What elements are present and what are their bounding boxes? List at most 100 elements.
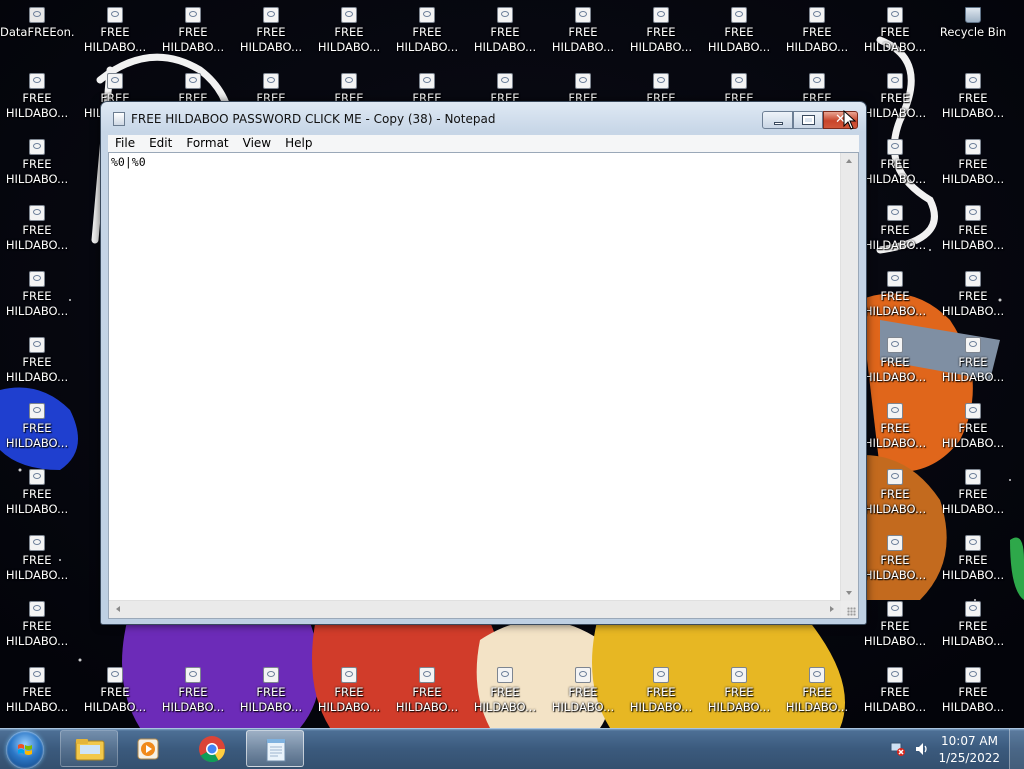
shortcut-icon: [419, 667, 435, 683]
scroll-left-icon[interactable]: [116, 606, 120, 612]
desktop-icon-free-hildaboo[interactable]: FREE HILDABO...: [936, 528, 1010, 588]
desktop-icon-label: FREE HILDABO...: [863, 685, 927, 714]
desktop-icon-free-hildaboo[interactable]: FREE HILDABO...: [390, 0, 464, 60]
desktop-icon-free-hildaboo[interactable]: FREE HILDABO...: [78, 0, 152, 60]
desktop-icon-free-hildaboo[interactable]: FREE HILDABO...: [0, 462, 74, 522]
desktop-icon-free-hildaboo[interactable]: FREE HILDABO...: [936, 396, 1010, 456]
scroll-up-icon[interactable]: [846, 159, 852, 163]
desktop-icon-free-hildaboo[interactable]: FREE HILDABO...: [0, 132, 74, 192]
desktop-icon-free-hildaboo[interactable]: FREE HILDABO...: [312, 660, 386, 720]
desktop-icon-label: FREE HILDABO...: [785, 685, 849, 714]
horizontal-scrollbar[interactable]: [109, 600, 841, 618]
desktop-icon-free-hildaboo[interactable]: FREE HILDABO...: [624, 660, 698, 720]
desktop-icon-free-hildaboo[interactable]: FREE HILDABO...: [546, 660, 620, 720]
desktop-icon-free-hildaboo[interactable]: FREE HILDABO...: [858, 132, 932, 192]
desktop-icon-free-hildaboo[interactable]: FREE HILDABO...: [858, 198, 932, 258]
start-button[interactable]: [6, 731, 44, 769]
taskbar-notepad[interactable]: [246, 730, 304, 767]
desktop-icon-free-hildaboo[interactable]: FREE HILDABO...: [156, 0, 230, 60]
desktop-icon-free-hildaboo[interactable]: FREE HILDABO...: [156, 660, 230, 720]
desktop-icon-free-hildaboo[interactable]: FREE HILDABO...: [858, 66, 932, 126]
shortcut-icon: [731, 7, 747, 23]
desktop-icon-label: FREE HILDABO...: [83, 685, 147, 714]
desktop-icon-free-hildaboo[interactable]: FREE HILDABO...: [702, 660, 776, 720]
desktop-icon-free-hildaboo[interactable]: FREE HILDABO...: [936, 66, 1010, 126]
menu-edit[interactable]: Edit: [142, 135, 179, 152]
desktop-icon-label: FREE HILDABO...: [5, 553, 69, 582]
shortcut-icon: [965, 469, 981, 485]
desktop-icon-label: FREE HILDABO...: [941, 223, 1005, 252]
desktop-icon-free-hildaboo[interactable]: FREE HILDABO...: [0, 660, 74, 720]
desktop-icon-free-hildaboo[interactable]: FREE HILDABO...: [780, 0, 854, 60]
minimize-button[interactable]: [762, 111, 793, 129]
desktop-icon-free-hildaboo[interactable]: FREE HILDABO...: [858, 660, 932, 720]
desktop-icon-free-hildaboo[interactable]: FREE HILDABO...: [0, 594, 74, 654]
desktop-icon-free-hildaboo[interactable]: FREE HILDABO...: [78, 660, 152, 720]
desktop-icon-free-hildaboo[interactable]: FREE HILDABO...: [468, 0, 542, 60]
desktop-icon-free-hildaboo[interactable]: FREE HILDABO...: [0, 396, 74, 456]
desktop-icon-label: FREE HILDABO...: [863, 25, 927, 54]
desktop-icon-free-hildaboo[interactable]: FREE HILDABO...: [858, 594, 932, 654]
show-desktop-button[interactable]: [1009, 729, 1024, 769]
recycle-bin[interactable]: Recycle Bin: [936, 0, 1010, 60]
desktop-icon-free-hildaboo[interactable]: FREE HILDABO...: [390, 660, 464, 720]
shortcut-icon: [965, 667, 981, 683]
menu-help[interactable]: Help: [278, 135, 319, 152]
scroll-down-icon[interactable]: [846, 591, 852, 595]
desktop-icon-free-hildaboo[interactable]: FREE HILDABO...: [858, 528, 932, 588]
text-editor[interactable]: %0|%0: [108, 152, 859, 619]
desktop-icon-free-hildaboo[interactable]: FREE HILDABO...: [936, 132, 1010, 192]
desktop-icon-free-hildaboo[interactable]: FREE HILDABO...: [0, 264, 74, 324]
desktop-icon-free-hildaboo[interactable]: FREE HILDABO...: [702, 0, 776, 60]
desktop-icon-free-hildaboo[interactable]: FREE HILDABO...: [936, 594, 1010, 654]
desktop-icon-free-hildaboo[interactable]: FREE HILDABO...: [0, 66, 74, 126]
menu-format[interactable]: Format: [179, 135, 235, 152]
title-bar[interactable]: FREE HILDABOO PASSWORD CLICK ME - Copy (…: [101, 102, 866, 135]
desktop-icon-free-hildaboo[interactable]: FREE HILDABO...: [0, 330, 74, 390]
volume-icon[interactable]: [914, 741, 930, 757]
resize-corner[interactable]: [841, 601, 858, 618]
shortcut-icon: [185, 73, 201, 89]
desktop-icon-free-hildaboo[interactable]: FREE HILDABO...: [0, 198, 74, 258]
desktop-icon-free-hildaboo[interactable]: FREE HILDABO...: [936, 660, 1010, 720]
menu-view[interactable]: View: [236, 135, 278, 152]
taskbar-explorer[interactable]: [60, 730, 118, 767]
desktop-icon-free-hildaboo[interactable]: FREE HILDABO...: [936, 198, 1010, 258]
resize-grip-icon[interactable]: [847, 607, 856, 616]
desktop-icon-free-hildaboo[interactable]: FREE HILDABO...: [936, 264, 1010, 324]
taskbar-media-player[interactable]: [120, 730, 178, 767]
desktop-icon-free-hildaboo[interactable]: FREE HILDABO...: [858, 264, 932, 324]
desktop-icon-free-hildaboo[interactable]: FREE HILDABO...: [546, 0, 620, 60]
desktop-icon-free-hildaboo[interactable]: FREE HILDABO...: [858, 330, 932, 390]
notepad-window[interactable]: FREE HILDABOO PASSWORD CLICK ME - Copy (…: [100, 101, 867, 625]
desktop-icon-free-hildaboo[interactable]: FREE HILDABO...: [624, 0, 698, 60]
desktop-icon-free-hildaboo[interactable]: FREE HILDABO...: [468, 660, 542, 720]
desktop-icon-free-hildaboo[interactable]: FREE HILDABO...: [312, 0, 386, 60]
menu-file[interactable]: File: [108, 135, 142, 152]
network-icon[interactable]: [890, 741, 906, 757]
shortcut-icon: [29, 667, 45, 683]
editor-text[interactable]: %0|%0: [111, 155, 146, 169]
system-tray: 10:07 AM 1/25/2022: [874, 729, 1024, 769]
desktop-icon-free-hildaboo[interactable]: FREE HILDABO...: [858, 0, 932, 60]
desktop-icon-label: FREE HILDABO...: [5, 91, 69, 120]
shortcut-icon: [29, 535, 45, 551]
maximize-button[interactable]: [793, 111, 823, 129]
clock-time[interactable]: 10:07 AM: [941, 734, 998, 748]
desktop-icon-free-hildaboo[interactable]: FREE HILDABO...: [858, 396, 932, 456]
desktop-icon-free-hildaboo[interactable]: FREE HILDABO...: [234, 0, 308, 60]
desktop-icon-free-hildaboo[interactable]: FREE HILDABO...: [780, 660, 854, 720]
vertical-scrollbar[interactable]: [840, 153, 858, 601]
shortcut-icon: [29, 469, 45, 485]
shortcut-icon: [887, 667, 903, 683]
desktop-icon-free-hildaboo[interactable]: FREE HILDABO...: [936, 462, 1010, 522]
desktop-icon-free-hildaboo[interactable]: FREE HILDABO...: [0, 528, 74, 588]
scroll-right-icon[interactable]: [830, 606, 834, 612]
shortcut-icon: [29, 337, 45, 353]
desktop-icon-data[interactable]: DataFREEon...: [0, 0, 74, 60]
clock-date[interactable]: 1/25/2022: [938, 751, 1000, 765]
desktop-icon-free-hildaboo[interactable]: FREE HILDABO...: [936, 330, 1010, 390]
desktop-icon-free-hildaboo[interactable]: FREE HILDABO...: [858, 462, 932, 522]
taskbar-chrome[interactable]: [183, 730, 241, 767]
desktop-icon-free-hildaboo[interactable]: FREE HILDABO...: [234, 660, 308, 720]
